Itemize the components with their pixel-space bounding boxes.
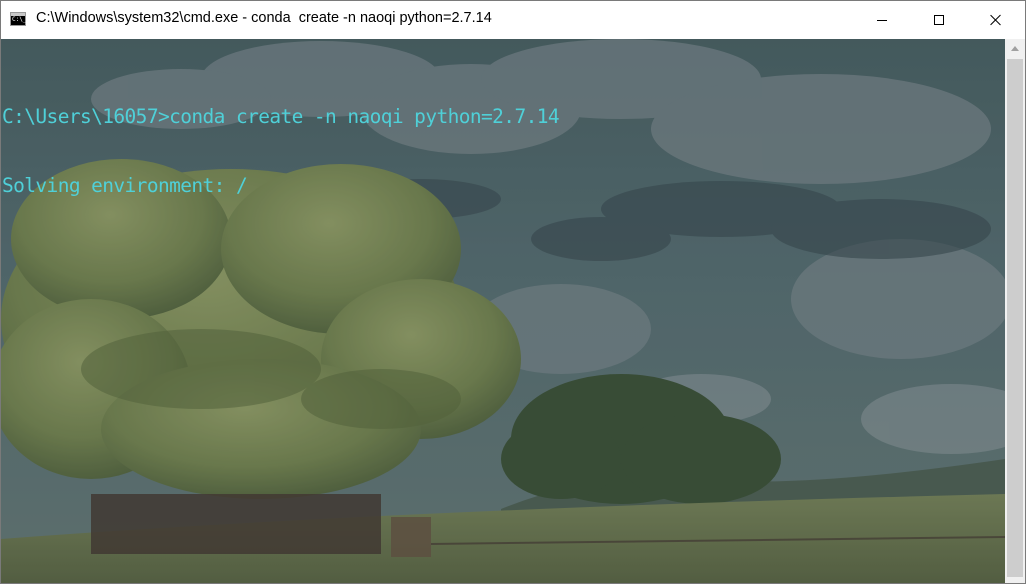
minimize-icon	[877, 19, 887, 21]
close-button[interactable]	[967, 1, 1025, 39]
scroll-up-button[interactable]	[1005, 39, 1025, 57]
maximize-icon	[934, 15, 944, 25]
window-title: C:\Windows\system32\cmd.exe - conda crea…	[36, 10, 492, 26]
minimize-button[interactable]	[853, 1, 911, 39]
cmd-app-icon[interactable]: C:\_	[10, 12, 26, 26]
maximize-button[interactable]	[910, 1, 968, 39]
console-line-status: Solving environment: /	[2, 174, 248, 197]
cmd-app-icon-glyph: C:\_	[12, 16, 27, 23]
console-line-command: C:\Users\16057>conda create -n naoqi pyt…	[2, 105, 560, 128]
console-area[interactable]: C:\Users\16057>conda create -n naoqi pyt…	[1, 39, 1005, 583]
scroll-thumb[interactable]	[1007, 59, 1023, 577]
vertical-scrollbar[interactable]	[1005, 39, 1025, 583]
close-icon	[990, 14, 1002, 26]
chevron-up-icon	[1011, 45, 1019, 51]
console-output: C:\Users\16057>conda create -n naoqi pyt…	[2, 59, 560, 243]
title-bar[interactable]: C:\_ C:\Windows\system32\cmd.exe - conda…	[1, 1, 1025, 39]
cmd-window: C:\_ C:\Windows\system32\cmd.exe - conda…	[0, 0, 1026, 584]
